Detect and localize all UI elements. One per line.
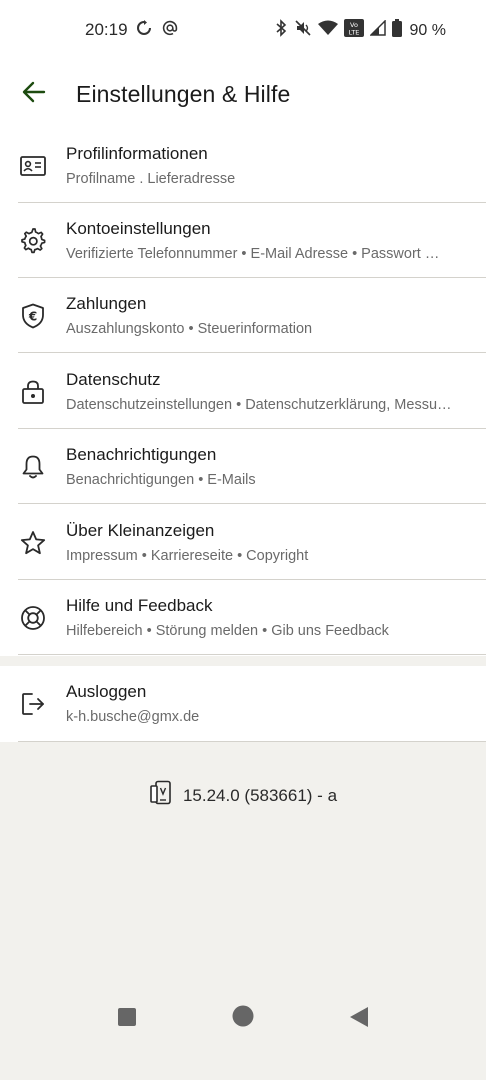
status-time: 20:19 — [85, 20, 128, 39]
settings-item-kontoeinstellungen[interactable]: Kontoeinstellungen Verifizierte Telefonn… — [0, 203, 486, 278]
star-icon — [19, 529, 47, 557]
app-version: 15.24.0 (583661) - a — [0, 780, 486, 811]
settings-item-subtitle: Hilfebereich • Störung melden • Gib uns … — [66, 623, 389, 639]
settings-item-title: Datenschutz — [66, 370, 161, 389]
system-nav-bar — [0, 1005, 486, 1080]
settings-item-subtitle: Auszahlungskonto • Steuerinformation — [66, 321, 313, 337]
settings-item-title: Profilinformationen — [66, 144, 208, 163]
settings-item-title: Zahlungen — [66, 294, 147, 313]
at-sign-icon — [162, 20, 178, 41]
bluetooth-icon — [274, 19, 288, 42]
id-card-icon — [19, 152, 47, 180]
settings-item-datenschutz[interactable]: Datenschutz Datenschutzeinstellungen • D… — [0, 354, 486, 429]
home-button[interactable] — [232, 1005, 254, 1032]
divider — [18, 654, 486, 655]
app-bar: Einstellungen & Hilfe — [0, 62, 486, 128]
euro-shield-icon: € — [19, 302, 47, 330]
settings-item-subtitle: Profilname . Lieferadresse — [66, 171, 236, 187]
settings-item-title: Benachrichtigungen — [66, 445, 217, 464]
mute-icon — [294, 19, 312, 42]
page-title: Einstellungen & Hilfe — [76, 81, 291, 107]
arrow-left-icon — [22, 81, 46, 108]
signal-icon — [368, 19, 386, 41]
settings-list: Profilinformationen Profilname . Liefera… — [0, 128, 486, 656]
settings-item-benachrichtigungen[interactable]: Benachrichtigungen Benachrichtigungen • … — [0, 429, 486, 504]
status-left-icons — [136, 20, 178, 41]
recents-button[interactable] — [117, 1007, 137, 1032]
back-nav-button[interactable] — [349, 1006, 369, 1033]
battery-icon — [391, 19, 402, 42]
volte-icon: Vo LTE — [343, 19, 364, 42]
logout-email: k-h.busche@gmx.de — [66, 709, 200, 725]
divider — [18, 741, 486, 742]
sync-icon — [136, 20, 152, 41]
settings-item-subtitle: Benachrichtigungen • E-Mails — [66, 472, 256, 488]
settings-item-subtitle: Datenschutzeinstellungen • Datenschutzer… — [66, 397, 452, 413]
wifi-icon — [317, 20, 338, 41]
divider — [18, 503, 486, 504]
settings-item-ueber-kleinanzeigen[interactable]: Über Kleinanzeigen Impressum • Karrieres… — [0, 505, 486, 580]
logout-icon — [19, 690, 47, 718]
battery-level: 90 % — [409, 21, 446, 39]
settings-item-title: Über Kleinanzeigen — [66, 521, 215, 540]
settings-item-hilfe-feedback[interactable]: Hilfe und Feedback Hilfebereich • Störun… — [0, 580, 486, 655]
logout-section: Ausloggen k-h.busche@gmx.de — [0, 666, 486, 742]
lifebuoy-icon — [19, 604, 47, 632]
gear-icon — [19, 227, 47, 255]
phone-version-icon — [149, 780, 173, 811]
status-right-icons: Vo LTE 90 % — [274, 19, 446, 42]
settings-item-subtitle: Impressum • Karriereseite • Copyright — [66, 548, 309, 564]
logout-title: Ausloggen — [66, 682, 147, 701]
settings-item-profilinformationen[interactable]: Profilinformationen Profilname . Liefera… — [0, 128, 486, 203]
svg-text:€: € — [28, 310, 37, 324]
version-text: 15.24.0 (583661) - a — [182, 785, 338, 805]
back-button[interactable] — [20, 80, 48, 108]
lock-icon — [19, 378, 47, 406]
settings-item-title: Kontoeinstellungen — [66, 219, 211, 238]
settings-item-title: Hilfe und Feedback — [66, 596, 213, 615]
status-bar: 20:19 Vo LTE 90 % — [0, 0, 486, 62]
bell-icon — [19, 453, 47, 481]
settings-item-zahlungen[interactable]: € Zahlungen Auszahlungskonto • Steuerinf… — [0, 278, 486, 353]
settings-item-subtitle: Verifizierte Telefonnummer • E-Mail Adre… — [66, 246, 440, 262]
logout-button[interactable]: Ausloggen k-h.busche@gmx.de — [0, 666, 486, 742]
divider — [18, 352, 486, 353]
svg-text:LTE: LTE — [348, 29, 359, 37]
